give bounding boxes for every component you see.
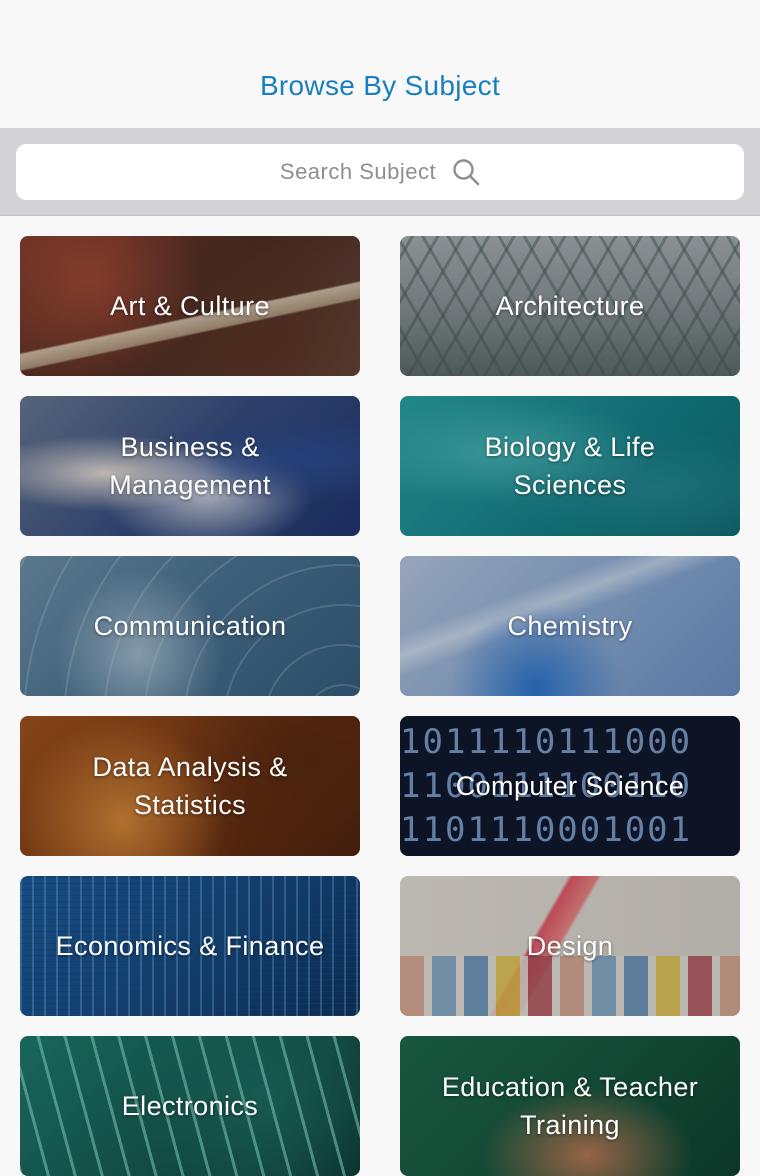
subject-tile-business-management[interactable]: Business & Management	[20, 396, 360, 536]
search-icon[interactable]	[452, 158, 480, 186]
subject-tile-communication[interactable]: Communication	[20, 556, 360, 696]
subject-tile-data-analysis-statistics[interactable]: Data Analysis & Statistics	[20, 716, 360, 856]
subject-tile-electronics[interactable]: Electronics	[20, 1036, 360, 1176]
tile-label: Communication	[93, 611, 287, 641]
subject-tile-design[interactable]: Design	[400, 876, 740, 1016]
subject-tile-education-teacher-training[interactable]: Education & Teacher Training	[400, 1036, 740, 1176]
tile-label: Data Analysis & Statistics	[92, 752, 288, 820]
tile-label: Electronics	[121, 1091, 259, 1121]
tile-label: Chemistry	[507, 611, 633, 641]
subject-tile-computer-science[interactable]: 1011110111000 1100111100110 110111000100…	[400, 716, 740, 856]
tile-label: Biology & Life Sciences	[484, 432, 656, 500]
tile-label: Architecture	[495, 291, 645, 321]
tile-label: Education & Teacher Training	[441, 1072, 699, 1140]
page-title: Browse By Subject	[259, 70, 501, 101]
subject-tile-chemistry[interactable]: Chemistry	[400, 556, 740, 696]
tile-label: Art & Culture	[110, 291, 270, 321]
subject-tile-economics-finance[interactable]: Economics & Finance	[20, 876, 360, 1016]
tile-label: Business & Management	[109, 432, 271, 500]
subject-tile-art-culture[interactable]: Art & Culture	[20, 236, 360, 376]
search-placeholder: Search Subject	[279, 159, 437, 184]
tile-label: Design	[526, 931, 614, 961]
subject-tile-biology-life-sciences[interactable]: Biology & Life Sciences	[400, 396, 740, 536]
search-input[interactable]: Search Subject	[16, 144, 744, 200]
tile-label: Economics & Finance	[55, 931, 325, 961]
subject-tile-architecture[interactable]: Architecture	[400, 236, 740, 376]
search-bar: Search Subject	[0, 128, 760, 216]
tile-label: Computer Science	[455, 771, 685, 801]
nav-header: Browse By Subject	[0, 0, 760, 128]
subject-grid: Art & Culture Architecture Business & Ma…	[20, 236, 740, 1176]
